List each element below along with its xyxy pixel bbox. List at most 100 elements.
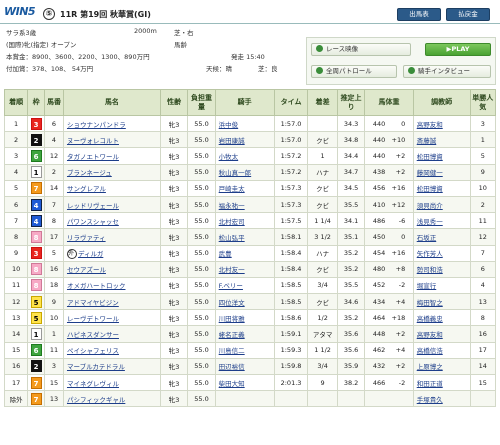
trainer-link[interactable]: 堀宣行 (412, 276, 471, 295)
jockey-link-text[interactable]: F.ベリー (219, 282, 243, 290)
trainer-link-text[interactable]: 梅田智之 (417, 299, 443, 307)
trainer-link[interactable]: 浅見秀一 (412, 212, 471, 230)
horse-name-link[interactable]: アドマイヤビジン (67, 299, 119, 307)
horse-name[interactable]: ペイシャフェリス (62, 341, 161, 359)
payout-button[interactable]: 払戻金 (446, 8, 490, 21)
trainer-link[interactable]: 上原博之 (412, 357, 471, 376)
jockey-link-text[interactable]: 岩田康誠 (219, 137, 245, 145)
horse-name[interactable]: リラヴァティ (62, 228, 161, 246)
trainer-link[interactable]: 斎藤誠 (412, 131, 471, 149)
horse-name[interactable]: セウアズール (62, 260, 161, 278)
horse-name-link[interactable]: タガノエトワール (67, 153, 119, 161)
horse-name[interactable]: レーヴデトワール (62, 309, 161, 327)
trainer-link-text[interactable]: 高橋信浩 (417, 347, 443, 355)
jockey-link[interactable]: 戸崎圭太 (214, 179, 275, 197)
trainer-link[interactable]: 須貝尚介 (412, 195, 471, 214)
jockey-link[interactable]: 武豊 (214, 244, 275, 262)
trainer-link[interactable]: 梅田智之 (412, 293, 471, 311)
jockey-link-text[interactable]: 小牧太 (219, 153, 239, 161)
horse-name[interactable]: パシフィックギャル (62, 390, 161, 408)
horse-name-link[interactable]: サングレアル (67, 185, 106, 193)
trainer-link-text[interactable]: 斎藤誠 (417, 137, 437, 145)
jockey-link-text[interactable]: 秋山真一郎 (219, 169, 252, 177)
jockey-link[interactable]: F.ベリー (214, 276, 275, 295)
horse-name-link[interactable]: ハピネスダンサー (67, 331, 119, 339)
jockey-link[interactable]: 北村宏司 (214, 212, 275, 230)
jockey-link-text[interactable]: 北村宏司 (219, 218, 245, 226)
horse-name-link[interactable]: セウアズール (67, 266, 106, 274)
horse-name[interactable]: タガノエトワール (62, 147, 161, 165)
trainer-link-text[interactable]: 高野友和 (417, 121, 443, 129)
trainer-link[interactable]: 手塚貴久 (412, 390, 471, 408)
horse-name[interactable]: アドマイヤビジン (62, 293, 161, 311)
trainer-link-text[interactable]: 浅見秀一 (417, 218, 443, 226)
jockey-link[interactable]: 秋山真一郎 (214, 163, 275, 181)
trainer-link-text[interactable]: 高野友和 (417, 331, 443, 339)
trainer-link-text[interactable]: 須貝尚介 (417, 202, 443, 210)
horse-name[interactable]: マーブルカテドラル (62, 357, 161, 376)
jockey-link-text[interactable]: 田辺裕信 (219, 363, 245, 371)
horse-name-link[interactable]: ヌーヴォレコルト (67, 137, 119, 145)
trainer-link[interactable]: 勢司和浩 (412, 260, 471, 278)
jockey-link-text[interactable]: 川島信二 (219, 347, 245, 355)
jockey-link[interactable]: 小牧太 (214, 147, 275, 165)
horse-name-link[interactable]: リラヴァティ (67, 234, 106, 242)
jockey-link[interactable]: 川田将雅 (214, 309, 275, 327)
trainer-link-text[interactable]: 手塚貴久 (417, 396, 443, 404)
horse-name-link[interactable]: パワンスシャッセ (67, 218, 119, 226)
trainer-link-text[interactable]: 勢司和浩 (417, 266, 443, 274)
horse-name[interactable]: オメガハートロック (62, 276, 161, 295)
horse-name[interactable]: ブランネージュ (62, 163, 161, 181)
horse-name-link[interactable]: ペイシャフェリス (67, 347, 119, 355)
jockey-link[interactable]: 北村友一 (214, 260, 275, 278)
jockey-link-text[interactable]: 戸崎圭太 (219, 185, 245, 193)
jockey-link[interactable]: 川島信二 (214, 341, 275, 359)
horse-name[interactable]: ショウナンパンドラ (62, 114, 161, 133)
trainer-link[interactable]: 高橋信浩 (412, 341, 471, 359)
horse-name[interactable]: パワンスシャッセ (62, 212, 161, 230)
patrol-video-button[interactable]: 全周パトロール (311, 65, 397, 78)
horse-name[interactable]: 外ディルガ (62, 244, 161, 262)
jockey-link[interactable]: 松山弘平 (214, 228, 275, 246)
trainer-link[interactable]: 藤岡健一 (412, 163, 471, 181)
trainer-link[interactable]: 松田博資 (412, 147, 471, 165)
jockey-link[interactable] (214, 390, 275, 408)
horse-name[interactable]: サングレアル (62, 179, 161, 197)
horse-name-link[interactable]: マイネグレヴィル (67, 380, 119, 388)
horse-name[interactable]: マイネグレヴィル (62, 373, 161, 392)
horse-name[interactable]: ヌーヴォレコルト (62, 131, 161, 149)
trainer-link[interactable]: 松田博資 (412, 179, 471, 197)
jockey-link[interactable]: 田辺裕信 (214, 357, 275, 376)
trainer-link[interactable]: 高橋義忠 (412, 309, 471, 327)
horse-name-link[interactable]: パシフィックギャル (67, 396, 125, 404)
trainer-link[interactable]: 高野友和 (412, 325, 471, 343)
trainer-link[interactable]: 和田正道 (412, 373, 471, 392)
horse-name-link[interactable]: ディルガ (78, 250, 103, 258)
jockey-link[interactable]: 福永祐一 (214, 195, 275, 214)
horse-name[interactable]: ハピネスダンサー (62, 325, 161, 343)
jockey-link[interactable]: 蛯名正義 (214, 325, 275, 343)
jockey-link-text[interactable]: 四位洋文 (219, 299, 245, 307)
horse-name-link[interactable]: レッドリヴェール (67, 202, 119, 210)
trainer-link-text[interactable]: 藤岡健一 (417, 169, 443, 177)
trainer-link-text[interactable]: 矢作芳人 (417, 250, 443, 258)
jockey-link[interactable]: 浜中俊 (214, 114, 275, 133)
trainer-link-text[interactable]: 和田正道 (417, 380, 443, 388)
trainer-link[interactable]: 高野友和 (412, 114, 471, 133)
jockey-link[interactable]: 四位洋文 (214, 293, 275, 311)
trainer-link[interactable]: 矢作芳人 (412, 244, 471, 262)
jockey-link-text[interactable]: 松山弘平 (219, 234, 245, 242)
horse-name-link[interactable]: レーヴデトワール (67, 315, 119, 323)
trainer-link[interactable]: 石坂正 (412, 228, 471, 246)
horse-name-link[interactable]: マーブルカテドラル (67, 363, 125, 371)
jockey-link-text[interactable]: 福永祐一 (219, 202, 245, 210)
horse-name-link[interactable]: オメガハートロック (67, 282, 126, 290)
trainer-link-text[interactable]: 松田博資 (417, 185, 443, 193)
horse-name-link[interactable]: ブランネージュ (67, 169, 112, 177)
jockey-link-text[interactable]: 武豊 (219, 250, 232, 258)
trainer-link-text[interactable]: 高橋義忠 (417, 315, 443, 323)
trainer-link-text[interactable]: 堀宣行 (417, 282, 437, 290)
trainer-link-text[interactable]: 松田博資 (417, 153, 443, 161)
jockey-link[interactable]: 柴田大知 (214, 373, 275, 392)
jockey-interview-button[interactable]: 騎手インタビュー (403, 65, 491, 78)
